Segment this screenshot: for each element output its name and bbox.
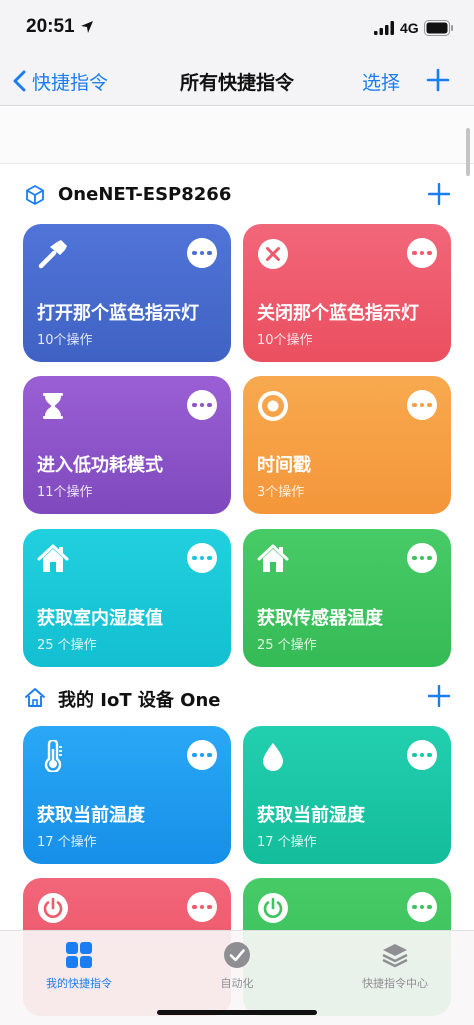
home-icon (37, 544, 69, 572)
add-shortcut-button[interactable] (426, 68, 450, 92)
card-title: 时间戳 (257, 455, 311, 476)
card-title: 打开那个蓝色指示灯 (37, 303, 199, 324)
home-indicator (157, 1010, 317, 1015)
battery-icon (424, 20, 453, 36)
card-action-count: 17 个操作 (37, 835, 97, 850)
thermometer-icon (44, 740, 62, 772)
signal-icon (374, 21, 394, 35)
card-action-count: 25 个操作 (37, 638, 97, 653)
shortcut-card[interactable]: 获取室内湿度值 25 个操作 (23, 529, 231, 667)
section-header-onenet: OneNET-ESP8266 (0, 178, 474, 212)
search-area (0, 107, 474, 164)
location-arrow-icon (81, 21, 93, 33)
card-action-count: 10个操作 (37, 333, 93, 348)
card-action-count: 10个操作 (257, 333, 313, 348)
more-button[interactable] (407, 892, 437, 922)
home-icon (257, 544, 289, 572)
card-title: 获取室内湿度值 (37, 608, 163, 629)
card-title: 获取传感器温度 (257, 608, 383, 629)
card-action-count: 17 个操作 (257, 835, 317, 850)
status-bar: 20:51 4G (0, 0, 474, 56)
section-title: 我的 IoT 设备 One (58, 690, 221, 711)
section-header-iot: 我的 IoT 设备 One (0, 680, 474, 714)
hourglass-icon (43, 393, 63, 419)
shortcut-card[interactable]: 打开那个蓝色指示灯 10个操作 (23, 224, 231, 362)
status-time: 20:51 (26, 16, 75, 37)
section-add-button[interactable] (428, 183, 450, 205)
power-icon (258, 893, 288, 923)
tab-label: 我的快捷指令 (46, 977, 112, 990)
select-button[interactable]: 选择 (362, 68, 400, 95)
shortcut-card[interactable]: 获取当前温度 17 个操作 (23, 726, 231, 864)
tab-gallery[interactable]: 快捷指令中心 (316, 941, 474, 991)
shortcut-card[interactable]: 时间戳 3个操作 (243, 376, 451, 514)
clock-check-icon (224, 942, 250, 968)
house-outline-icon (25, 688, 45, 707)
page-title: 所有快捷指令 (179, 72, 294, 94)
grid-icon (66, 942, 92, 968)
network-label: 4G (400, 20, 419, 36)
power-icon (38, 893, 68, 923)
more-button[interactable] (407, 543, 437, 573)
navigation-bar: 快捷指令 所有快捷指令 选择 (0, 56, 474, 106)
target-icon (258, 391, 288, 421)
section-add-button[interactable] (428, 685, 450, 707)
hammer-icon (38, 240, 67, 269)
shortcut-card[interactable]: 获取当前湿度 17 个操作 (243, 726, 451, 864)
more-button[interactable] (407, 238, 437, 268)
section-title: OneNET-ESP8266 (58, 184, 232, 205)
card-title: 进入低功耗模式 (37, 455, 163, 476)
tab-automation[interactable]: 自动化 (158, 941, 316, 991)
cube-icon (26, 185, 44, 205)
tab-my-shortcuts[interactable]: 我的快捷指令 (0, 941, 158, 991)
tab-label: 自动化 (220, 977, 254, 990)
more-button[interactable] (187, 740, 217, 770)
close-circle-icon (258, 239, 288, 269)
card-action-count: 25 个操作 (257, 638, 317, 653)
scrollbar[interactable] (466, 128, 470, 176)
shortcut-card[interactable]: 获取传感器温度 25 个操作 (243, 529, 451, 667)
card-action-count: 11个操作 (37, 485, 93, 500)
layers-icon (382, 944, 408, 968)
card-title: 获取当前温度 (37, 805, 145, 826)
shortcut-card[interactable]: 关闭那个蓝色指示灯 10个操作 (243, 224, 451, 362)
droplet-icon (263, 743, 283, 771)
card-title: 关闭那个蓝色指示灯 (257, 303, 419, 324)
shortcut-card[interactable]: 进入低功耗模式 11个操作 (23, 376, 231, 514)
more-button[interactable] (187, 238, 217, 268)
more-button[interactable] (407, 390, 437, 420)
card-action-count: 3个操作 (257, 485, 305, 500)
more-button[interactable] (187, 390, 217, 420)
more-button[interactable] (407, 740, 437, 770)
tab-label: 快捷指令中心 (362, 977, 428, 990)
more-button[interactable] (187, 892, 217, 922)
card-title: 获取当前湿度 (257, 805, 365, 826)
more-button[interactable] (187, 543, 217, 573)
